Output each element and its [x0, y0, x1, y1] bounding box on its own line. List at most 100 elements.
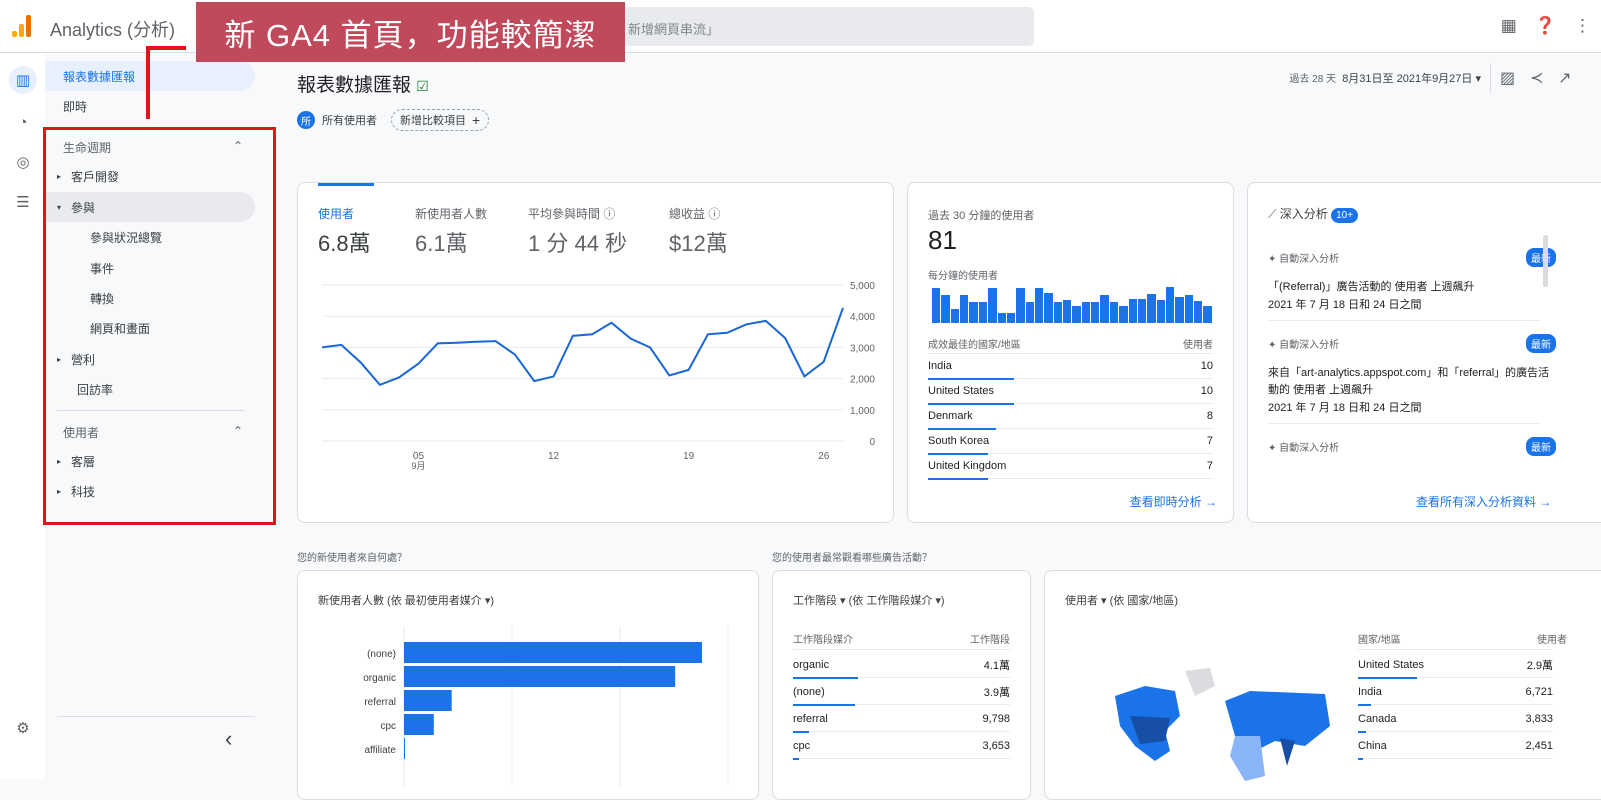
- kpi-users[interactable]: 使用者 6.8萬: [318, 205, 371, 258]
- insight-type: 自動深入分析: [1279, 254, 1340, 265]
- row-label: organic: [793, 659, 830, 671]
- kpi-revenue[interactable]: 總收益 ⓘ $12萬: [669, 205, 728, 258]
- help-icon[interactable]: ⓘ: [603, 207, 615, 221]
- kpi-value: 6.1萬: [415, 231, 468, 256]
- apps-icon[interactable]: ▦: [1501, 16, 1517, 36]
- annotation-highlight-box: [43, 127, 276, 525]
- search-input[interactable]: 新增網頁串流」: [610, 7, 1034, 46]
- new-users-card: 新使用者人數 (依 最初使用者媒介 ▾) (none) organic referr…: [297, 570, 759, 800]
- segment-chip[interactable]: 所所有使用者: [297, 109, 377, 131]
- insight-date: 2021 年 7 月 18 日和 24 日之間: [1268, 402, 1422, 414]
- insight-text: 來自「art-analytics.appspot.com」和「referral」…: [1268, 367, 1550, 396]
- card-title[interactable]: 工作階段 ▾ (依 工作階段媒介 ▾): [793, 592, 945, 608]
- users-series-line: [321, 307, 844, 387]
- share-icon[interactable]: ≺: [1530, 68, 1543, 88]
- y-tick-label: 5,000: [850, 281, 875, 292]
- minute-bar: [1128, 298, 1137, 323]
- category-label: referral: [364, 697, 396, 708]
- minute-bar: [1025, 302, 1034, 323]
- configure-icon[interactable]: ☰: [9, 188, 37, 216]
- more-icon[interactable]: ⋮: [1574, 16, 1591, 36]
- bar: [404, 738, 405, 759]
- plus-icon: +: [472, 112, 481, 128]
- nav-rail: ▥ ◔ ◎ ☰ ⚙: [0, 54, 45, 779]
- insights-icon[interactable]: ↗: [1558, 68, 1571, 88]
- table-row[interactable]: cpc 3,653: [793, 734, 1010, 760]
- row-value: 8: [1206, 410, 1213, 422]
- page-title: 報表數據匯報 ☑: [297, 70, 429, 97]
- kpi-label: 總收益: [669, 207, 706, 221]
- reports-icon[interactable]: ▥: [9, 66, 37, 94]
- collapse-sidebar-button[interactable]: ‹: [225, 726, 232, 752]
- realtime-card: 過去 30 分鐘的使用者 81 每分鐘的使用者 成效最佳的國家/地區 使用者 In…: [907, 182, 1234, 523]
- row-value: 2.9萬: [1526, 660, 1553, 672]
- insight-text: 「(Referral)」廣告活動的 使用者 上週飆升: [1268, 281, 1475, 293]
- new-badge: 最新: [1526, 334, 1556, 353]
- per-minute-label: 每分鐘的使用者: [928, 271, 998, 282]
- table-row[interactable]: referral 9,798: [793, 707, 1010, 733]
- table-row[interactable]: United States 10: [928, 379, 1213, 405]
- y-tick-label: 0: [869, 437, 875, 448]
- row-bar: [1358, 758, 1363, 760]
- scrollbar[interactable]: [1543, 235, 1548, 287]
- table-row[interactable]: India 6,721: [1358, 680, 1553, 706]
- minute-bar: [1156, 300, 1165, 323]
- settings-gear-icon[interactable]: ⚙: [9, 714, 37, 742]
- row-label: South Korea: [928, 435, 990, 447]
- kpi-new-users[interactable]: 新使用者人數 6.1萬: [415, 205, 487, 258]
- sidebar-item-reports-snapshot[interactable]: 報表數據匯報: [45, 61, 255, 91]
- row-bar: [793, 704, 855, 706]
- minute-bar: [1016, 288, 1025, 323]
- row-bar: [1358, 731, 1366, 733]
- column-header: 工作階段: [970, 635, 1010, 646]
- date-range-picker[interactable]: 過去 28 天 8月31日至 2021年9月27日 ▾: [1289, 70, 1481, 86]
- minute-bar: [1119, 305, 1128, 323]
- row-label: United States: [1358, 659, 1425, 671]
- minute-bar: [1091, 302, 1100, 323]
- sidebar-item-realtime[interactable]: 即時: [45, 91, 255, 121]
- y-tick-label: 4,000: [850, 312, 875, 323]
- table-row[interactable]: United States 2.9萬: [1358, 653, 1553, 679]
- explore-icon[interactable]: ◔: [9, 108, 37, 136]
- insights-title: 深入分析: [1279, 207, 1328, 221]
- category-label: (none): [367, 649, 396, 660]
- advertising-icon[interactable]: ◎: [9, 148, 37, 176]
- category-label: cpc: [380, 721, 396, 732]
- view-realtime-link[interactable]: 查看即時分析 →: [1130, 493, 1217, 510]
- kpi-value: $12萬: [669, 231, 728, 256]
- minute-bar: [1053, 302, 1063, 323]
- annotation-line: [146, 47, 150, 119]
- card-title[interactable]: 新使用者人數 (依 最初使用者媒介 ▾): [318, 592, 494, 608]
- insight-item[interactable]: ✦ 自動深入分析 最新: [1268, 437, 1556, 456]
- help-icon[interactable]: ⓘ: [708, 207, 720, 221]
- sessions-card: 工作階段 ▾ (依 工作階段媒介 ▾) 工作階段媒介 工作階段 organic 4.…: [772, 570, 1031, 800]
- customize-report-icon[interactable]: ▨: [1500, 68, 1515, 88]
- table-row[interactable]: United Kingdom 7: [928, 454, 1213, 480]
- table-row[interactable]: organic 4.1萬: [793, 653, 1010, 679]
- card-title[interactable]: 使用者 ▾ (依 國家/地區): [1065, 592, 1178, 608]
- table-row[interactable]: South Korea 7: [928, 429, 1213, 455]
- minute-bar: [969, 302, 978, 323]
- table-row[interactable]: Canada 3,833: [1358, 707, 1553, 733]
- table-row[interactable]: India 10: [928, 354, 1213, 380]
- help-icon[interactable]: ❓: [1535, 16, 1556, 36]
- divider: [57, 716, 255, 717]
- y-tick-label: 2,000: [850, 375, 875, 386]
- x-tick-sublabel: 9月: [411, 461, 425, 471]
- x-tick-label: 26: [818, 451, 830, 462]
- minute-bar: [1147, 293, 1156, 323]
- table-row[interactable]: Denmark 8: [928, 404, 1213, 430]
- app-title: Analytics (分析): [50, 20, 176, 40]
- kpi-value: 6.8萬: [318, 231, 371, 256]
- minute-bar: [1034, 288, 1044, 323]
- view-all-insights-link[interactable]: 查看所有深入分析資料 →: [1416, 493, 1551, 510]
- insight-item[interactable]: ✦ 自動深入分析 最新 「(Referral)」廣告活動的 使用者 上週飆升 2021…: [1268, 248, 1556, 312]
- kpi-engagement-time[interactable]: 平均參與時間 ⓘ 1 分 44 秒: [528, 205, 627, 258]
- new-badge: 最新: [1526, 248, 1556, 267]
- insight-item[interactable]: ✦ 自動深入分析 最新 來自「art-analytics.appspot.com」和…: [1268, 334, 1556, 415]
- add-comparison-button[interactable]: 新增比較項目 +: [391, 109, 490, 131]
- date-range: 8月31日至 2021年9月27日: [1342, 73, 1473, 85]
- table-row[interactable]: (none) 3.9萬: [793, 680, 1010, 706]
- table-row[interactable]: China 2,451: [1358, 734, 1553, 760]
- row-value: 7: [1206, 460, 1213, 472]
